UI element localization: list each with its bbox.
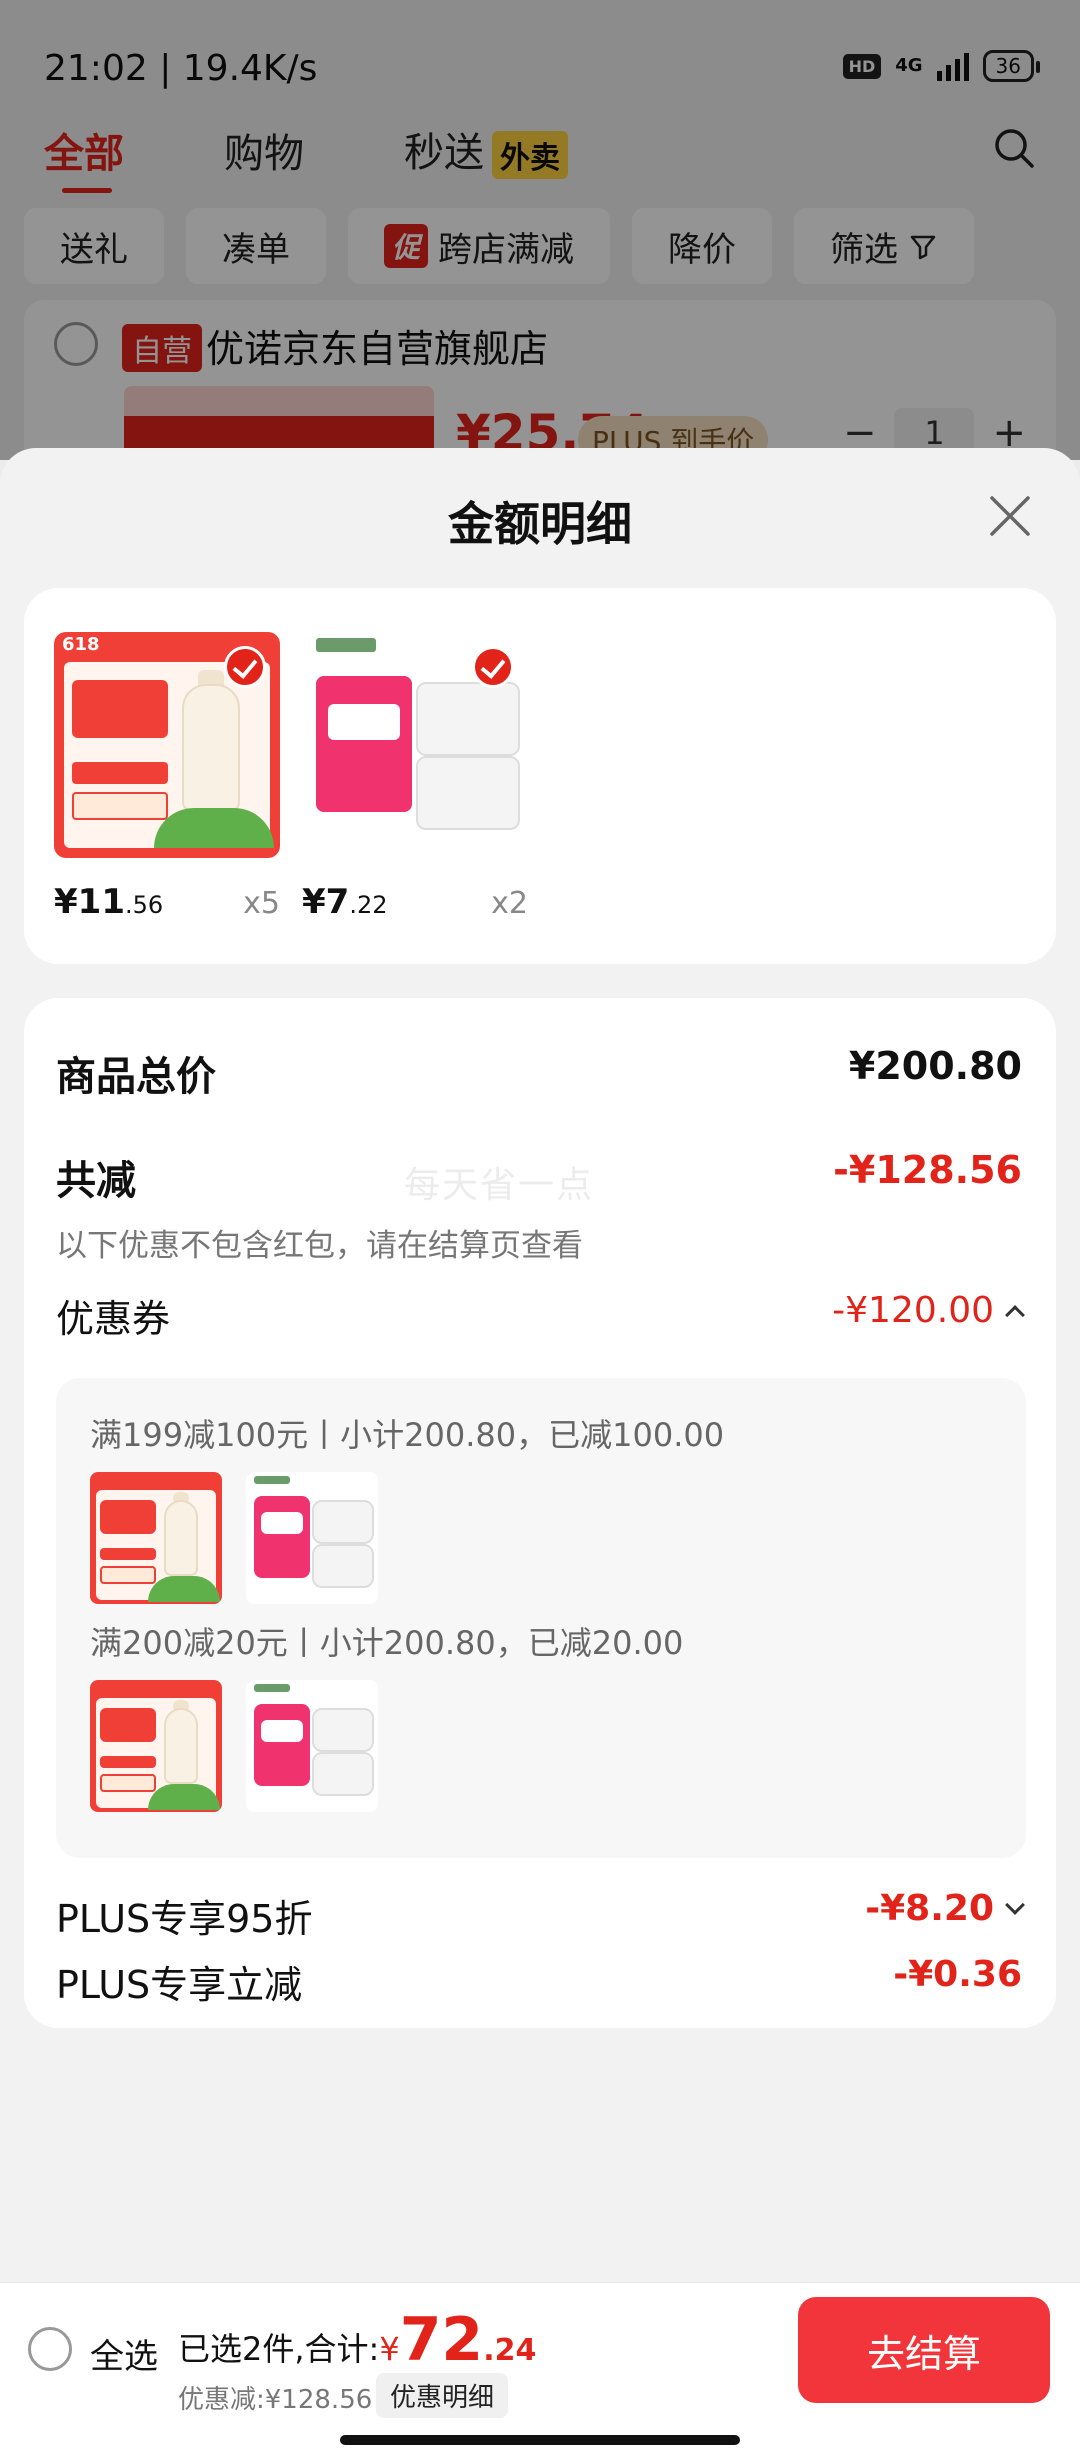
selected-check-icon (224, 646, 266, 688)
product-image (302, 632, 528, 858)
red-packet-note: 以下优惠不包含红包，请在结算页查看 (56, 1228, 583, 1264)
sheet-title: 金额明细 (448, 497, 632, 551)
selected-count: 已选2件,合计: (178, 2330, 380, 2368)
discount-summary: 优惠减:¥128.56 (178, 2385, 373, 2415)
price-breakdown: 商品总价 ¥200.80 共减 每天省一点 -¥128.56 以下优惠不包含红包… (24, 998, 1056, 2028)
product-item[interactable]: 618 ¥11.56 x5 (54, 632, 280, 922)
plus-direct-label: PLUS专享立减 (56, 1963, 303, 2007)
product-image: 618 (54, 632, 280, 858)
product-thumbnail (246, 1472, 378, 1604)
coupon-products (90, 1680, 378, 1812)
product-thumbnail (90, 1472, 222, 1604)
coupon-toggle[interactable]: -¥120.00 (832, 1290, 1025, 1331)
selected-check-icon (472, 646, 514, 688)
product-quantity: x2 (491, 886, 528, 921)
chevron-up-icon (1005, 1305, 1025, 1325)
select-all-label[interactable]: 全选 (90, 2329, 158, 2378)
plus-95-value: -¥8.20 (865, 1888, 994, 1929)
coupon-rule: 满199减100元丨小计200.80，已减100.00 (90, 1416, 725, 1454)
product-thumbnail (246, 1680, 378, 1812)
product-thumbnail (90, 1680, 222, 1812)
watermark: 每天省一点 (404, 1165, 595, 1206)
product-tag: 618 (62, 634, 100, 655)
coupon-products (90, 1472, 378, 1604)
coupon-value: -¥120.00 (832, 1290, 994, 1331)
total-price-value: ¥200.80 (848, 1044, 1022, 1088)
chevron-down-icon (1005, 1895, 1025, 1915)
coupon-label: 优惠券 (56, 1297, 171, 1341)
product-quantity: x5 (243, 886, 280, 921)
plus-direct-value: -¥0.36 (893, 1954, 1022, 1995)
checkout-bar: 全选 已选2件,合计:¥72.24 优惠减:¥128.56 优惠明细 去结算 (0, 2282, 1080, 2460)
plus-95-label: PLUS专享95折 (56, 1897, 313, 1941)
total-reduction-value: -¥128.56 (833, 1148, 1022, 1192)
modal-backdrop[interactable] (0, 0, 1080, 460)
coupon-rule: 满200减20元丨小计200.80，已减20.00 (90, 1624, 684, 1662)
selected-products: 618 ¥11.56 x5 ¥7.22 x2 (24, 588, 1056, 964)
product-price: ¥11.56 (54, 882, 164, 922)
product-price: ¥7.22 (302, 882, 388, 922)
product-item[interactable]: ¥7.22 x2 (302, 632, 528, 922)
total-reduction-label: 共减 (56, 1158, 136, 1204)
total-integer: 72 (399, 2305, 484, 2375)
amount-detail-sheet: 金额明细 618 ¥11.56 x5 ¥7.22 x2 商品总价 ¥200.80 (0, 448, 1080, 2282)
select-all-radio[interactable] (28, 2327, 72, 2371)
total-price-label: 商品总价 (56, 1054, 216, 1100)
total-summary: 已选2件,合计:¥72.24 (178, 2305, 536, 2375)
total-decimal: .24 (483, 2333, 537, 2368)
close-icon[interactable] (984, 490, 1036, 542)
home-indicator[interactable] (340, 2435, 740, 2445)
checkout-button[interactable]: 去结算 (798, 2297, 1050, 2403)
discount-detail-button[interactable]: 优惠明细 (376, 2373, 509, 2418)
coupon-details: 满199减100元丨小计200.80，已减100.00 满200减20元丨小计2… (56, 1378, 1026, 1858)
plus-95-toggle[interactable]: -¥8.20 (865, 1888, 1025, 1929)
total-currency: ¥ (379, 2330, 400, 2368)
